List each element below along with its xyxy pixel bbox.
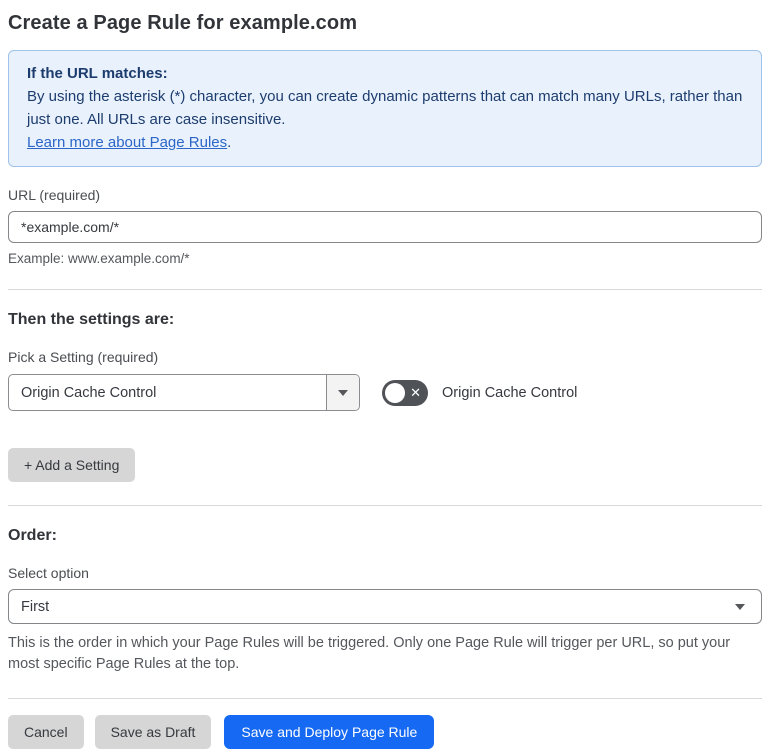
info-box-body: By using the asterisk (*) character, you…: [27, 85, 743, 131]
toggle-setting-label: Origin Cache Control: [442, 384, 578, 401]
save-and-deploy-button[interactable]: Save and Deploy Page Rule: [224, 715, 435, 749]
setting-dropdown-value: Origin Cache Control: [21, 384, 157, 401]
divider: [8, 505, 762, 506]
order-helper-text: This is the order in which your Page Rul…: [8, 635, 731, 672]
page-title: Create a Page Rule for example.com: [8, 12, 358, 34]
cancel-button[interactable]: Cancel: [8, 715, 84, 749]
setting-picker-row: Origin Cache Control ✕ Origin Cache Cont…: [8, 374, 762, 411]
setting-dropdown-arrow-button[interactable]: [326, 375, 359, 410]
url-example-helper: Example: www.example.com/*: [8, 251, 190, 266]
add-setting-button[interactable]: + Add a Setting: [8, 448, 136, 482]
url-field-label: URL (required): [8, 187, 101, 203]
divider: [8, 698, 762, 699]
order-section-heading: Order:: [8, 527, 57, 544]
info-box-body-text: By using the asterisk (*) character, you…: [27, 88, 743, 128]
url-match-info-box: If the URL matches: By using the asteris…: [8, 50, 762, 167]
toggle-off-x-icon: ✕: [410, 384, 421, 400]
page-rule-form: Create a Page Rule for example.com If th…: [0, 0, 770, 749]
link-period: .: [227, 134, 232, 151]
info-box-link-line: Learn more about Page Rules.: [27, 131, 743, 154]
info-box-heading: If the URL matches:: [27, 65, 168, 82]
footer-actions: Cancel Save as Draft Save and Deploy Pag…: [8, 715, 762, 749]
origin-cache-control-toggle[interactable]: ✕: [382, 379, 428, 406]
order-select[interactable]: First: [8, 589, 762, 624]
caret-down-icon: [338, 389, 348, 396]
learn-more-link[interactable]: Learn more about Page Rules: [27, 134, 227, 151]
divider: [8, 289, 762, 290]
setting-dropdown[interactable]: Origin Cache Control: [8, 374, 360, 411]
url-input[interactable]: [8, 211, 762, 243]
caret-down-icon: [735, 603, 745, 610]
order-select-label: Select option: [8, 565, 89, 581]
order-select-value: First: [21, 598, 50, 615]
pick-setting-label: Pick a Setting (required): [8, 349, 159, 365]
settings-section-heading: Then the settings are:: [8, 311, 175, 328]
toggle-knob: [385, 382, 405, 403]
save-as-draft-button[interactable]: Save as Draft: [94, 715, 212, 749]
